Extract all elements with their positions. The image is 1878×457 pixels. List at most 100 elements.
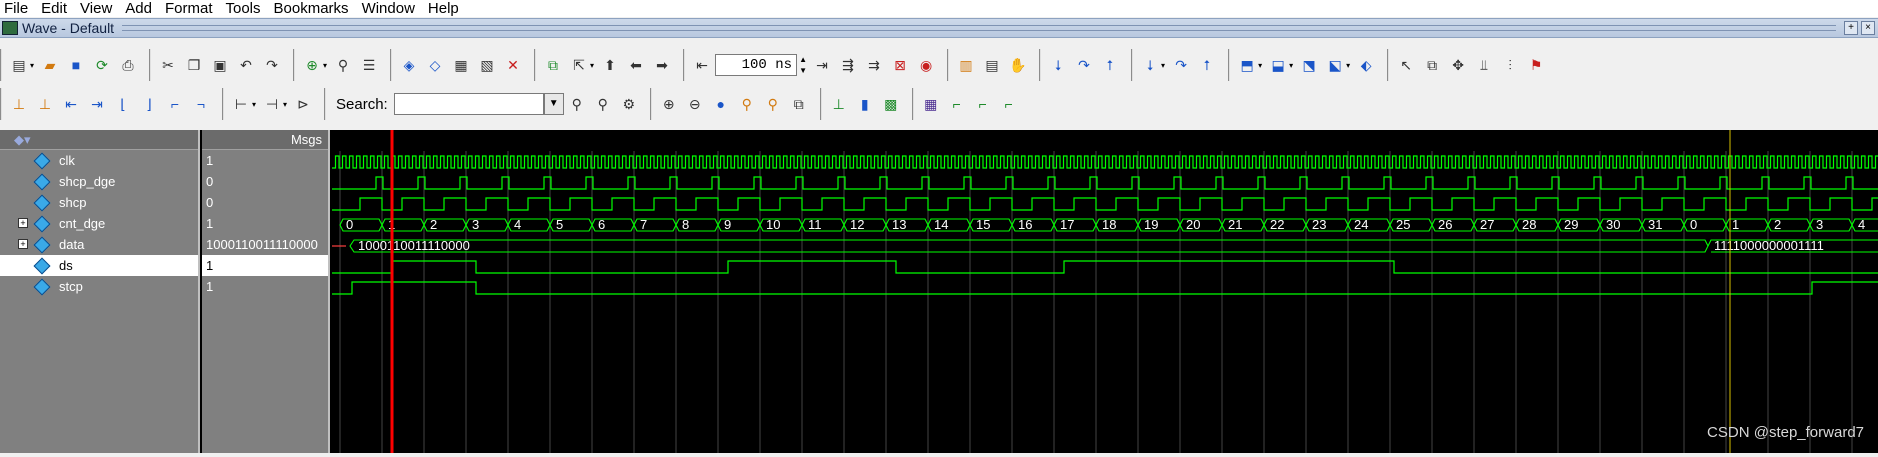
search-input[interactable]: [393, 93, 544, 115]
env-dropdown-icon[interactable]: ▾: [590, 61, 594, 70]
clear-icon[interactable]: ✕: [503, 55, 523, 75]
new-dropdown-icon[interactable]: ▾: [30, 61, 34, 70]
search-dropdown-icon[interactable]: ▼: [543, 93, 564, 115]
step-into-dropdown-icon[interactable]: ⭣: [1140, 55, 1160, 75]
performance-icon[interactable]: ▥: [956, 55, 976, 75]
signal-row-shcp[interactable]: shcp: [0, 192, 198, 213]
menu-bookmarks[interactable]: Bookmarks: [270, 0, 358, 17]
edge-style-4-icon[interactable]: ⌐: [999, 94, 1019, 114]
continue-icon[interactable]: ⇶: [838, 55, 858, 75]
memory-icon[interactable]: ▤: [982, 55, 1002, 75]
cursor-lock-icon[interactable]: ⊳: [293, 94, 313, 114]
signal-row-cnt_dge[interactable]: + cnt_dge: [0, 213, 198, 234]
zoom-in-icon[interactable]: ⊕: [659, 94, 679, 114]
layout-5-icon[interactable]: ⬖: [1356, 55, 1376, 75]
layout-1-icon[interactable]: ⬒: [1237, 55, 1257, 75]
layout-1-dropdown-icon[interactable]: ▾: [1258, 61, 1262, 70]
waveform-canvas[interactable]: 0123456789101112131415161718192021222324…: [332, 130, 1878, 453]
menu-window[interactable]: Window: [358, 0, 424, 17]
names-header[interactable]: ◆▾: [0, 130, 198, 150]
step-over-icon[interactable]: ↷: [1074, 55, 1094, 75]
wave-format-2-icon[interactable]: ▮: [855, 94, 875, 114]
find-prev-rise-icon[interactable]: ⇤: [61, 94, 81, 114]
find-prev-fall-icon[interactable]: ⌊: [113, 94, 133, 114]
add-icon[interactable]: ⊕: [302, 55, 322, 75]
run-length-input[interactable]: 100 ns: [715, 54, 798, 76]
break-run-icon[interactable]: ⊠: [890, 55, 910, 75]
select-mode-icon[interactable]: ↖: [1396, 55, 1416, 75]
signal-row-data[interactable]: + data: [0, 234, 198, 255]
zoom-mode-icon[interactable]: ⧉: [1422, 55, 1442, 75]
find-list-icon[interactable]: ☰: [359, 55, 379, 75]
signal-row-ds[interactable]: ds: [0, 255, 198, 276]
find-next-rise-icon[interactable]: ⇥: [87, 94, 107, 114]
zoom-last-icon[interactable]: ⧉: [789, 94, 809, 114]
next-edge-icon[interactable]: ⊥: [35, 94, 55, 114]
new-file-icon[interactable]: ▤: [9, 55, 29, 75]
reload-icon[interactable]: ⟳: [92, 55, 112, 75]
step-into-icon[interactable]: ⭣: [1048, 55, 1068, 75]
run-icon[interactable]: ⇥: [812, 55, 832, 75]
run-all-icon[interactable]: ⇉: [864, 55, 884, 75]
delete-cursor-icon[interactable]: ⊣: [262, 94, 282, 114]
signal-row-clk[interactable]: clk: [0, 150, 198, 171]
find-prev-any-icon[interactable]: ⌐: [165, 94, 185, 114]
forward-arrow-icon[interactable]: ➡: [652, 55, 672, 75]
open-folder-icon[interactable]: ▰: [40, 55, 60, 75]
restart-icon[interactable]: ⇤: [692, 55, 712, 75]
zoom-range-icon[interactable]: ⚲: [763, 94, 783, 114]
close-window-button[interactable]: ×: [1861, 21, 1875, 35]
zoom-full-icon[interactable]: ●: [711, 94, 731, 114]
signal-row-stcp[interactable]: stcp: [0, 276, 198, 297]
redo-icon[interactable]: ↷: [262, 55, 282, 75]
pan-mode-icon[interactable]: ✥: [1448, 55, 1468, 75]
titlebar-grip[interactable]: [122, 25, 1836, 31]
find-next-fall-icon[interactable]: ⌋: [139, 94, 159, 114]
zoom-cursor-icon[interactable]: ⚲: [737, 94, 757, 114]
edge-style-1-icon[interactable]: ▦: [921, 94, 941, 114]
dataflow-icon[interactable]: ⫶: [1500, 55, 1520, 75]
hand-icon[interactable]: ✋: [1008, 55, 1028, 75]
menu-tools[interactable]: Tools: [222, 0, 270, 17]
simulate-icon[interactable]: ▦: [451, 55, 471, 75]
run-length-spinner[interactable]: ▲ ▼: [797, 54, 809, 76]
wave-format-3-icon[interactable]: ▩: [881, 94, 901, 114]
step-over-2-icon[interactable]: ↷: [1171, 55, 1191, 75]
compile-all-icon[interactable]: ◇: [425, 55, 445, 75]
menu-file[interactable]: File: [0, 0, 37, 17]
find-next-any-icon[interactable]: ¬: [191, 94, 211, 114]
undo-icon[interactable]: ↶: [236, 55, 256, 75]
wave-format-1-icon[interactable]: ⊥: [829, 94, 849, 114]
search-forward-icon[interactable]: ⚲: [593, 94, 613, 114]
expand-icon[interactable]: +: [18, 239, 28, 249]
layout-2-dropdown-icon[interactable]: ▾: [1289, 61, 1293, 70]
delete-cursor-dropdown-icon[interactable]: ▾: [283, 100, 287, 109]
break-icon[interactable]: ▧: [477, 55, 497, 75]
compile-icon[interactable]: ◈: [399, 55, 419, 75]
search-backward-icon[interactable]: ⚲: [567, 94, 587, 114]
contains-icon[interactable]: ⧉: [543, 55, 563, 75]
stop-icon[interactable]: ◉: [916, 55, 936, 75]
find-binoculars-icon[interactable]: ⚲: [333, 55, 353, 75]
layout-3-icon[interactable]: ⬔: [1299, 55, 1319, 75]
edge-style-2-icon[interactable]: ⌐: [947, 94, 967, 114]
menu-help[interactable]: Help: [424, 0, 468, 17]
edge-icon[interactable]: ⫫: [1474, 55, 1494, 75]
insert-cursor-dropdown-icon[interactable]: ▾: [252, 100, 256, 109]
wave-window-titlebar[interactable]: Wave - Default + ×: [0, 18, 1878, 38]
save-icon[interactable]: ■: [66, 55, 86, 75]
waveform-svg[interactable]: 0123456789101112131415161718192021222324…: [332, 130, 1878, 453]
menu-format[interactable]: Format: [161, 0, 222, 17]
paste-icon[interactable]: ▣: [210, 55, 230, 75]
print-icon[interactable]: ⎙: [118, 55, 138, 75]
search-options-icon[interactable]: ⚙: [619, 94, 639, 114]
back-arrow-icon[interactable]: ⬅: [626, 55, 646, 75]
menu-view[interactable]: View: [76, 0, 121, 17]
layout-4-icon[interactable]: ⬕: [1325, 55, 1345, 75]
expand-icon[interactable]: +: [18, 218, 28, 228]
copy-icon[interactable]: ❐: [184, 55, 204, 75]
traffic-light-icon[interactable]: ⚑: [1526, 55, 1546, 75]
edge-style-3-icon[interactable]: ⌐: [973, 94, 993, 114]
zoom-out-icon[interactable]: ⊖: [685, 94, 705, 114]
undock-button[interactable]: +: [1844, 21, 1858, 35]
